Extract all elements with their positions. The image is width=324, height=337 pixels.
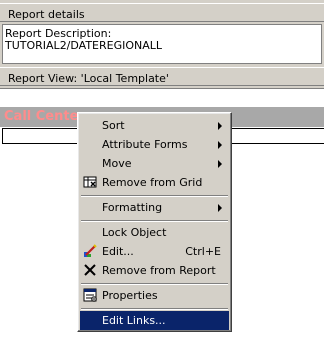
grid-title: Call Cente bbox=[4, 109, 79, 124]
menu-item-remove-from-report[interactable]: Remove from Report bbox=[80, 261, 229, 280]
menu-item-properties[interactable]: Properties bbox=[80, 286, 229, 305]
remove-from-grid-icon bbox=[82, 174, 98, 190]
grid-row-border bbox=[232, 128, 324, 144]
menu-item-attribute-forms[interactable]: Attribute Forms bbox=[80, 135, 229, 154]
menu-separator bbox=[81, 195, 228, 197]
menu-item-label: Edit... bbox=[102, 245, 134, 258]
menu-item-edit-links[interactable]: Edit Links... bbox=[80, 311, 229, 330]
report-details-title: Report details bbox=[8, 8, 85, 21]
report-description-box: Report Description: TUTORIAL2/DATEREGION… bbox=[2, 24, 322, 64]
menu-item-label: Remove from Report bbox=[102, 264, 216, 277]
submenu-arrow-icon bbox=[218, 122, 222, 130]
menu-item-move[interactable]: Move bbox=[80, 154, 229, 173]
submenu-arrow-icon bbox=[218, 141, 222, 149]
submenu-arrow-icon bbox=[218, 204, 222, 212]
menu-item-remove-from-grid[interactable]: Remove from Grid bbox=[80, 173, 229, 192]
menu-item-label: Formatting bbox=[102, 201, 163, 214]
menu-separator bbox=[81, 283, 228, 285]
submenu-arrow-icon bbox=[218, 160, 222, 168]
menu-separator bbox=[81, 308, 228, 310]
menu-item-lock-object[interactable]: Lock Object bbox=[80, 223, 229, 242]
properties-icon bbox=[82, 287, 98, 303]
report-view-header: Report View: 'Local Template' bbox=[0, 67, 324, 86]
menu-item-label: Attribute Forms bbox=[102, 138, 188, 151]
menu-item-label: Move bbox=[102, 157, 132, 170]
menu-item-sort[interactable]: Sort bbox=[80, 116, 229, 135]
edit-pencil-icon bbox=[82, 243, 98, 259]
menu-item-label: Edit Links... bbox=[102, 314, 166, 327]
menu-separator bbox=[81, 220, 228, 222]
menu-item-edit[interactable]: Edit... Ctrl+E bbox=[80, 242, 229, 261]
remove-x-icon bbox=[82, 262, 98, 278]
report-view-title: Report View: 'Local Template' bbox=[8, 72, 169, 85]
grid-cell[interactable] bbox=[2, 128, 78, 144]
menu-item-shortcut: Ctrl+E bbox=[185, 245, 221, 258]
context-menu: Sort Attribute Forms Move Remove from Gr… bbox=[77, 112, 232, 332]
menu-item-label: Remove from Grid bbox=[102, 176, 203, 189]
menu-item-label: Properties bbox=[102, 289, 158, 302]
menu-item-label: Lock Object bbox=[102, 226, 167, 239]
menu-item-formatting[interactable]: Formatting bbox=[80, 198, 229, 217]
report-details-header: Report details bbox=[0, 3, 324, 22]
report-description-value: TUTORIAL2/DATEREGIONALL bbox=[5, 39, 163, 52]
menu-item-label: Sort bbox=[102, 119, 125, 132]
